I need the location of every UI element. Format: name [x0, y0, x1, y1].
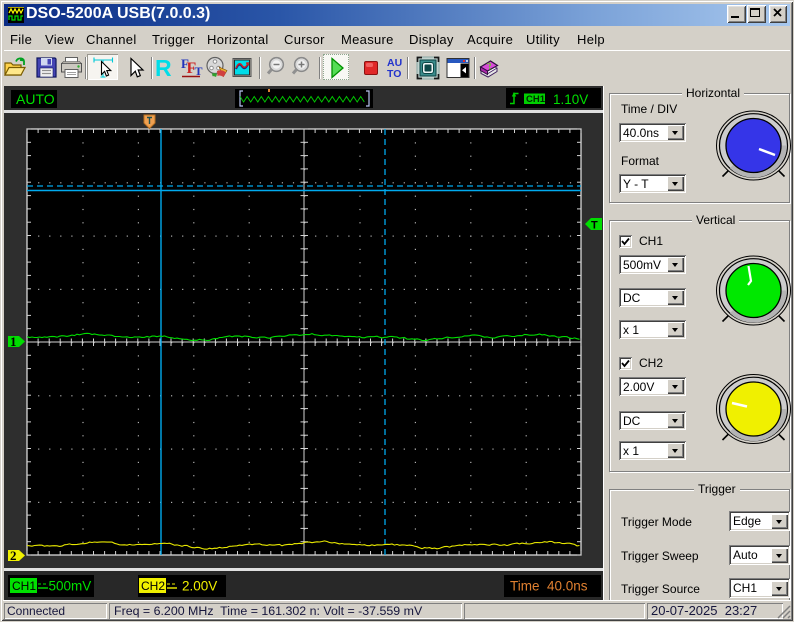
- svg-text:2: 2: [10, 548, 17, 563]
- svg-text:1: 1: [10, 334, 17, 349]
- svg-text:T: T: [591, 220, 598, 232]
